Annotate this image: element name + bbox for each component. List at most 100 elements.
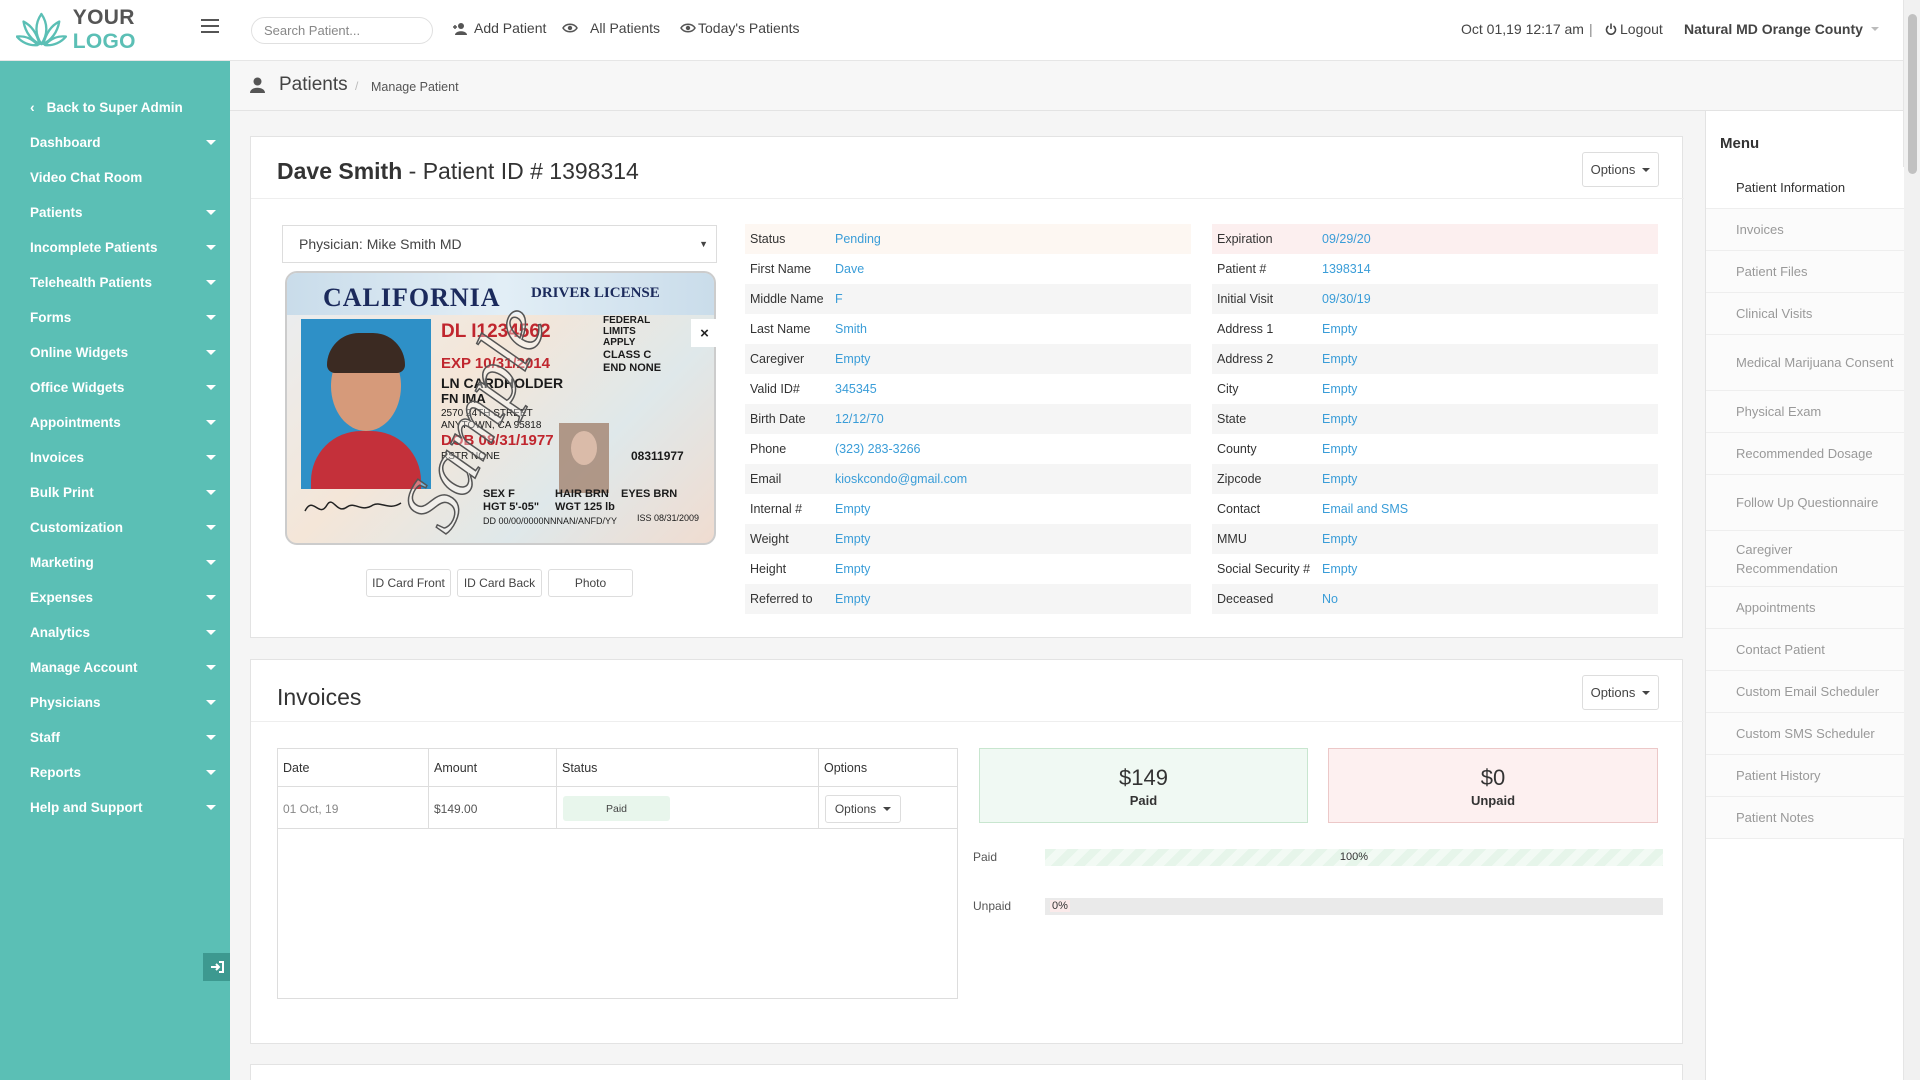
field-value[interactable]: Empty <box>835 562 870 576</box>
search-patient-input[interactable] <box>251 17 433 44</box>
id-card-wgt: WGT 125 lb <box>555 501 615 513</box>
field-value[interactable]: Email and SMS <box>1322 502 1408 516</box>
info-row-last-name: Last Name Smith <box>745 314 1191 344</box>
right-menu-item-custom-sms-scheduler[interactable]: Custom SMS Scheduler <box>1706 713 1904 755</box>
scrollbar-thumb[interactable] <box>1908 14 1917 174</box>
add-patient-link[interactable]: Add Patient <box>453 20 546 36</box>
right-menu-item-patient-files[interactable]: Patient Files <box>1706 251 1904 293</box>
right-menu-item-patient-notes[interactable]: Patient Notes <box>1706 797 1904 839</box>
caret-down-icon <box>206 314 216 320</box>
field-label: Zipcode <box>1217 472 1262 486</box>
patient-options-button[interactable]: Options <box>1582 152 1659 187</box>
sidebar-item-forms[interactable]: Forms <box>0 300 230 334</box>
paid-progress-bar: 100% <box>1045 849 1663 866</box>
hamburger-menu-icon[interactable] <box>201 19 219 35</box>
id-card-back-button[interactable]: ID Card Back <box>457 569 542 597</box>
sidebar-item-customization[interactable]: Customization <box>0 510 230 544</box>
sidebar-item-expenses[interactable]: Expenses <box>0 580 230 614</box>
sidebar-item-invoices[interactable]: Invoices <box>0 440 230 474</box>
field-value[interactable]: Empty <box>835 352 870 366</box>
right-menu-item-patient-history[interactable]: Patient History <box>1706 755 1904 797</box>
sidebar-item-label: Forms <box>30 309 72 325</box>
clinic-dropdown[interactable]: Natural MD Orange County <box>1684 21 1879 37</box>
unpaid-progress-bar: 0% <box>1045 898 1663 915</box>
all-patients-link[interactable]: All Patients <box>562 20 660 36</box>
sidebar-item-label: Patients <box>30 204 83 220</box>
sidebar-item-video-chat-room[interactable]: Video Chat Room <box>0 160 230 194</box>
right-menu-item-follow-up-questionnaire[interactable]: Follow Up Questionnaire <box>1706 475 1904 531</box>
right-menu-item-patient-information[interactable]: Patient Information <box>1706 167 1904 209</box>
page-scrollbar[interactable] <box>1903 0 1920 1080</box>
sidebar-collapse-icon[interactable] <box>203 953 230 981</box>
field-value[interactable]: Pending <box>835 232 881 246</box>
id-card-type: DRIVER LICENSE <box>531 285 660 301</box>
id-card-front-button[interactable]: ID Card Front <box>366 569 451 597</box>
field-value[interactable]: 12/12/70 <box>835 412 884 426</box>
field-value[interactable]: No <box>1322 592 1338 606</box>
sidebar-item-office-widgets[interactable]: Office Widgets <box>0 370 230 404</box>
right-menu-item-clinical-visits[interactable]: Clinical Visits <box>1706 293 1904 335</box>
right-menu-item-recommended-dosage[interactable]: Recommended Dosage <box>1706 433 1904 475</box>
remove-image-button[interactable]: × <box>691 319 718 347</box>
user-icon <box>250 77 265 93</box>
field-value[interactable]: F <box>835 292 843 306</box>
sidebar-item-staff[interactable]: Staff <box>0 720 230 754</box>
sidebar-item-reports[interactable]: Reports <box>0 755 230 789</box>
info-row-state: State Empty <box>1212 404 1658 434</box>
field-value[interactable]: Empty <box>1322 352 1357 366</box>
physician-select[interactable]: Physician: Mike Smith MD ▼ <box>282 225 717 263</box>
field-value[interactable]: Empty <box>835 532 870 546</box>
chevron-down-icon: ▼ <box>699 239 708 249</box>
sidebar-item-label: Invoices <box>30 449 85 465</box>
sidebar-item-patients[interactable]: Patients <box>0 195 230 229</box>
field-value[interactable]: Empty <box>1322 322 1357 336</box>
row-options-button[interactable]: Options <box>825 795 901 823</box>
back-to-super-admin[interactable]: ‹ Back to Super Admin <box>0 90 230 124</box>
right-menu-item-custom-email-scheduler[interactable]: Custom Email Scheduler <box>1706 671 1904 713</box>
right-menu-item-caregiver-recommendation[interactable]: Caregiver Recommendation <box>1706 531 1904 587</box>
field-value[interactable]: Empty <box>1322 532 1357 546</box>
sidebar-item-physicians[interactable]: Physicians <box>0 685 230 719</box>
logo[interactable]: YOUR LOGO <box>16 6 196 53</box>
invoices-options-button[interactable]: Options <box>1582 675 1659 710</box>
field-value[interactable]: Dave <box>835 262 864 276</box>
sidebar-item-telehealth-patients[interactable]: Telehealth Patients <box>0 265 230 299</box>
field-value[interactable]: Empty <box>1322 562 1357 576</box>
right-menu-item-physical-exam[interactable]: Physical Exam <box>1706 391 1904 433</box>
sidebar-item-help-and-support[interactable]: Help and Support <box>0 790 230 824</box>
field-label: Expiration <box>1217 232 1273 246</box>
field-value[interactable]: 1398314 <box>1322 262 1371 276</box>
field-value[interactable]: Empty <box>1322 412 1357 426</box>
breadcrumb-manage-patient[interactable]: Manage Patient <box>371 80 459 94</box>
field-value[interactable]: Smith <box>835 322 867 336</box>
sidebar-item-dashboard[interactable]: Dashboard <box>0 125 230 159</box>
sidebar-item-appointments[interactable]: Appointments <box>0 405 230 439</box>
right-menu-item-invoices[interactable]: Invoices <box>1706 209 1904 251</box>
field-value[interactable]: kioskcondo@gmail.com <box>835 472 967 486</box>
field-value[interactable]: Empty <box>1322 442 1357 456</box>
sidebar-item-analytics[interactable]: Analytics <box>0 615 230 649</box>
sidebar-item-manage-account[interactable]: Manage Account <box>0 650 230 684</box>
right-menu-item-appointments[interactable]: Appointments <box>1706 587 1904 629</box>
field-value[interactable]: Empty <box>1322 382 1357 396</box>
sidebar-item-bulk-print[interactable]: Bulk Print <box>0 475 230 509</box>
logout-button[interactable]: Logout <box>1605 21 1663 37</box>
todays-patients-link[interactable]: Today's Patients <box>680 20 800 36</box>
caret-down-icon <box>1642 690 1651 695</box>
field-value[interactable]: 09/29/20 <box>1322 232 1371 246</box>
sidebar-item-online-widgets[interactable]: Online Widgets <box>0 335 230 369</box>
id-card-image[interactable]: CALIFORNIA DRIVER LICENSE DL I1234562 EX… <box>285 271 716 545</box>
field-value[interactable]: Empty <box>1322 472 1357 486</box>
field-value[interactable]: (323) 283-3266 <box>835 442 920 456</box>
sign-out-icon <box>210 961 224 973</box>
sidebar-item-marketing[interactable]: Marketing <box>0 545 230 579</box>
sidebar-item-label: Video Chat Room <box>30 169 143 185</box>
right-menu-item-medical-marijuana-consent[interactable]: Medical Marijuana Consent <box>1706 335 1904 391</box>
field-value[interactable]: 345345 <box>835 382 877 396</box>
sidebar-item-incomplete-patients[interactable]: Incomplete Patients <box>0 230 230 264</box>
right-menu-item-contact-patient[interactable]: Contact Patient <box>1706 629 1904 671</box>
field-value[interactable]: Empty <box>835 592 870 606</box>
photo-button[interactable]: Photo <box>548 569 633 597</box>
field-value[interactable]: 09/30/19 <box>1322 292 1371 306</box>
field-value[interactable]: Empty <box>835 502 870 516</box>
